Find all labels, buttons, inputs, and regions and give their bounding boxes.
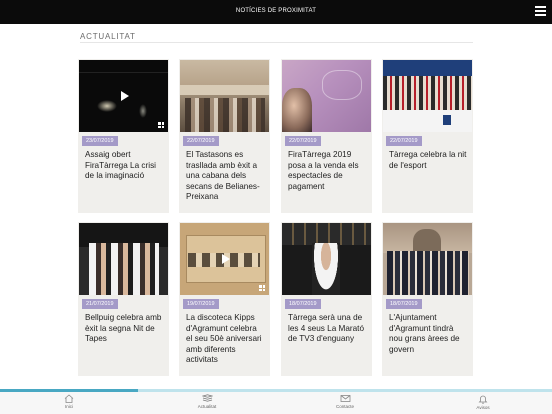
news-thumbnail: [282, 60, 371, 132]
tab-label: Contacte: [335, 404, 354, 409]
news-date: 19/07/2019: [183, 299, 219, 309]
news-card[interactable]: 22/07/2019 El Tastasons es trasllada amb…: [179, 59, 270, 213]
news-thumbnail: [282, 223, 371, 295]
news-thumbnail: [180, 60, 269, 132]
news-card[interactable]: 18/07/2019 L'Ajuntament d'Agramunt tindr…: [382, 222, 473, 376]
news-date: 18/07/2019: [386, 299, 422, 309]
tab-bar: Inici Actualitat Contacte Avisos: [0, 389, 552, 414]
app-title: NOTÍCIES DE PROXIMITAT: [235, 8, 317, 14]
news-date: 22/07/2019: [285, 136, 321, 146]
home-icon: [64, 394, 74, 403]
news-thumbnail: [383, 223, 472, 295]
news-card[interactable]: 22/07/2019 Tàrrega celebra la nit de l'e…: [382, 59, 473, 213]
news-date: 22/07/2019: [386, 136, 422, 146]
news-headline[interactable]: El Tastasons es trasllada amb èxit a una…: [186, 150, 264, 203]
section-title: ACTUALITAT: [80, 32, 136, 41]
news-thumbnail: [383, 60, 472, 132]
news-date: 18/07/2019: [285, 299, 321, 309]
news-card[interactable]: 21/07/2019 Bellpuig celebra amb èxit la …: [78, 222, 169, 376]
news-card[interactable]: 23/07/2019 Assaig obert FiraTàrrega La c…: [78, 59, 169, 213]
section-divider: [80, 42, 473, 43]
news-card[interactable]: 18/07/2019 Tàrrega serà una de les 4 seu…: [281, 222, 372, 376]
hamburger-icon[interactable]: [535, 6, 546, 16]
news-headline[interactable]: Bellpuig celebra amb èxit la segna Nit d…: [85, 313, 163, 345]
news-date: 22/07/2019: [183, 136, 219, 146]
news-card[interactable]: 19/07/2019 La discoteca Kipps d'Agramunt…: [179, 222, 270, 376]
tab-label: Avisos: [476, 405, 490, 410]
news-card[interactable]: 22/07/2019 FiraTàrrega 2019 posa a la ve…: [281, 59, 372, 213]
news-headline[interactable]: La discoteca Kipps d'Agramunt celebra el…: [186, 313, 264, 366]
news-headline[interactable]: Tàrrega serà una de les 4 seus La Marató…: [288, 313, 366, 345]
gallery-icon: [158, 122, 164, 128]
tab-label: Actualitat: [197, 404, 217, 409]
tab-contacte[interactable]: Contacte: [325, 394, 365, 409]
news-date: 21/07/2019: [82, 299, 118, 309]
tab-actualitat[interactable]: Actualitat: [187, 394, 227, 409]
bell-icon: [478, 395, 488, 404]
play-icon[interactable]: [120, 91, 129, 101]
newspaper-icon: [201, 394, 213, 402]
gallery-icon: [259, 285, 265, 291]
news-date: 23/07/2019: [82, 136, 118, 146]
play-icon[interactable]: [221, 254, 230, 264]
news-headline[interactable]: Tàrrega celebra la nit de l'esport: [389, 150, 467, 171]
section-header: ACTUALITAT: [80, 32, 136, 43]
tab-inici[interactable]: Inici: [49, 394, 89, 409]
news-headline[interactable]: L'Ajuntament d'Agramunt tindrà nou grans…: [389, 313, 467, 355]
news-thumbnail: [79, 60, 168, 132]
mail-icon: [340, 395, 350, 402]
news-headline[interactable]: Assaig obert FiraTàrrega La crisi de la …: [85, 150, 163, 182]
tab-avisos[interactable]: Avisos: [463, 394, 503, 410]
tab-label: Inici: [64, 404, 73, 409]
top-bar: NOTÍCIES DE PROXIMITAT: [0, 0, 552, 24]
news-thumbnail: [180, 223, 269, 295]
scroll-progress: [0, 389, 138, 392]
news-headline[interactable]: FiraTàrrega 2019 posa a la venda els esp…: [288, 150, 366, 192]
news-thumbnail: [79, 223, 168, 295]
